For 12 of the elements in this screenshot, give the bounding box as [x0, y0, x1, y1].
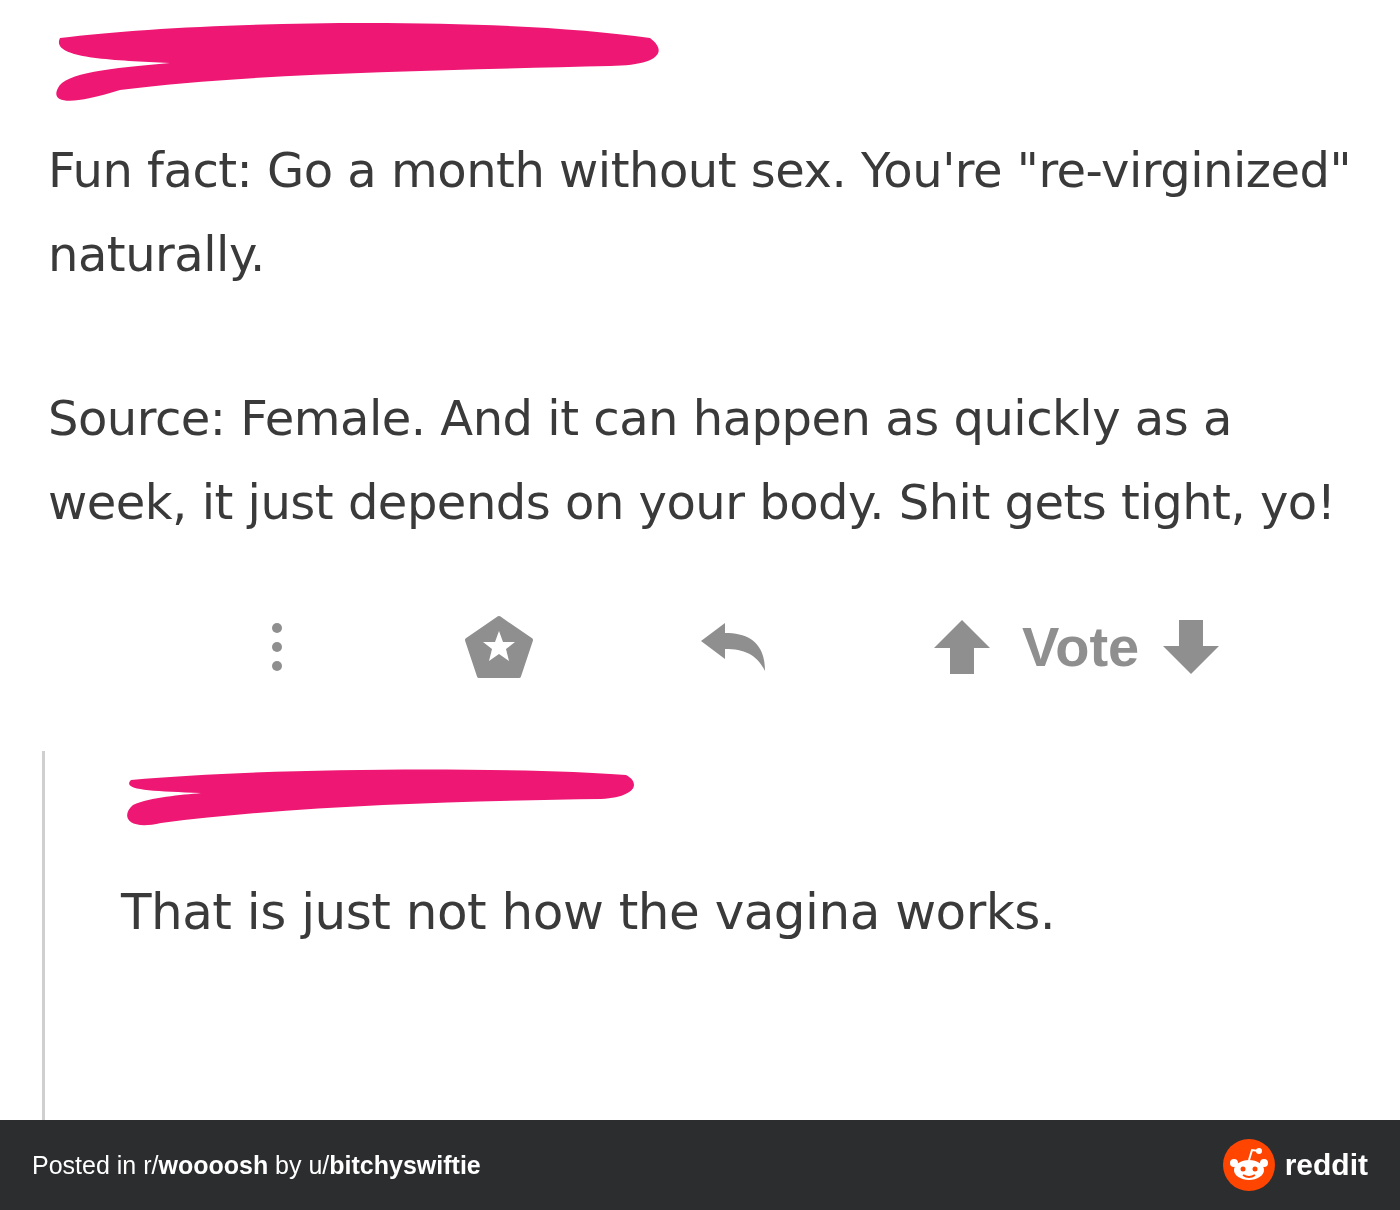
brand-name: reddit: [1284, 1148, 1368, 1182]
more-icon[interactable]: [270, 621, 284, 672]
comment-text: Fun fact: Go a month without sex. You're "re-virginized" naturally.: [48, 141, 1353, 284]
downvote-icon[interactable]: [1161, 617, 1222, 676]
reply-text: That is just not how the vagina works.: [121, 883, 1056, 941]
comment-text: Source: Female. And it can happen as quickly as a week, it just depends on your body. Shit gets tight, yo!: [48, 389, 1337, 532]
post-caption: Posted in r/woooosh by u/bitchyswiftie: [32, 1150, 481, 1180]
upvote-icon[interactable]: [932, 617, 992, 676]
alien-logo-icon: [1222, 1139, 1275, 1191]
vote-label: Vote: [1022, 614, 1140, 679]
award-icon[interactable]: [464, 614, 534, 679]
reply-icon[interactable]: [699, 620, 767, 673]
